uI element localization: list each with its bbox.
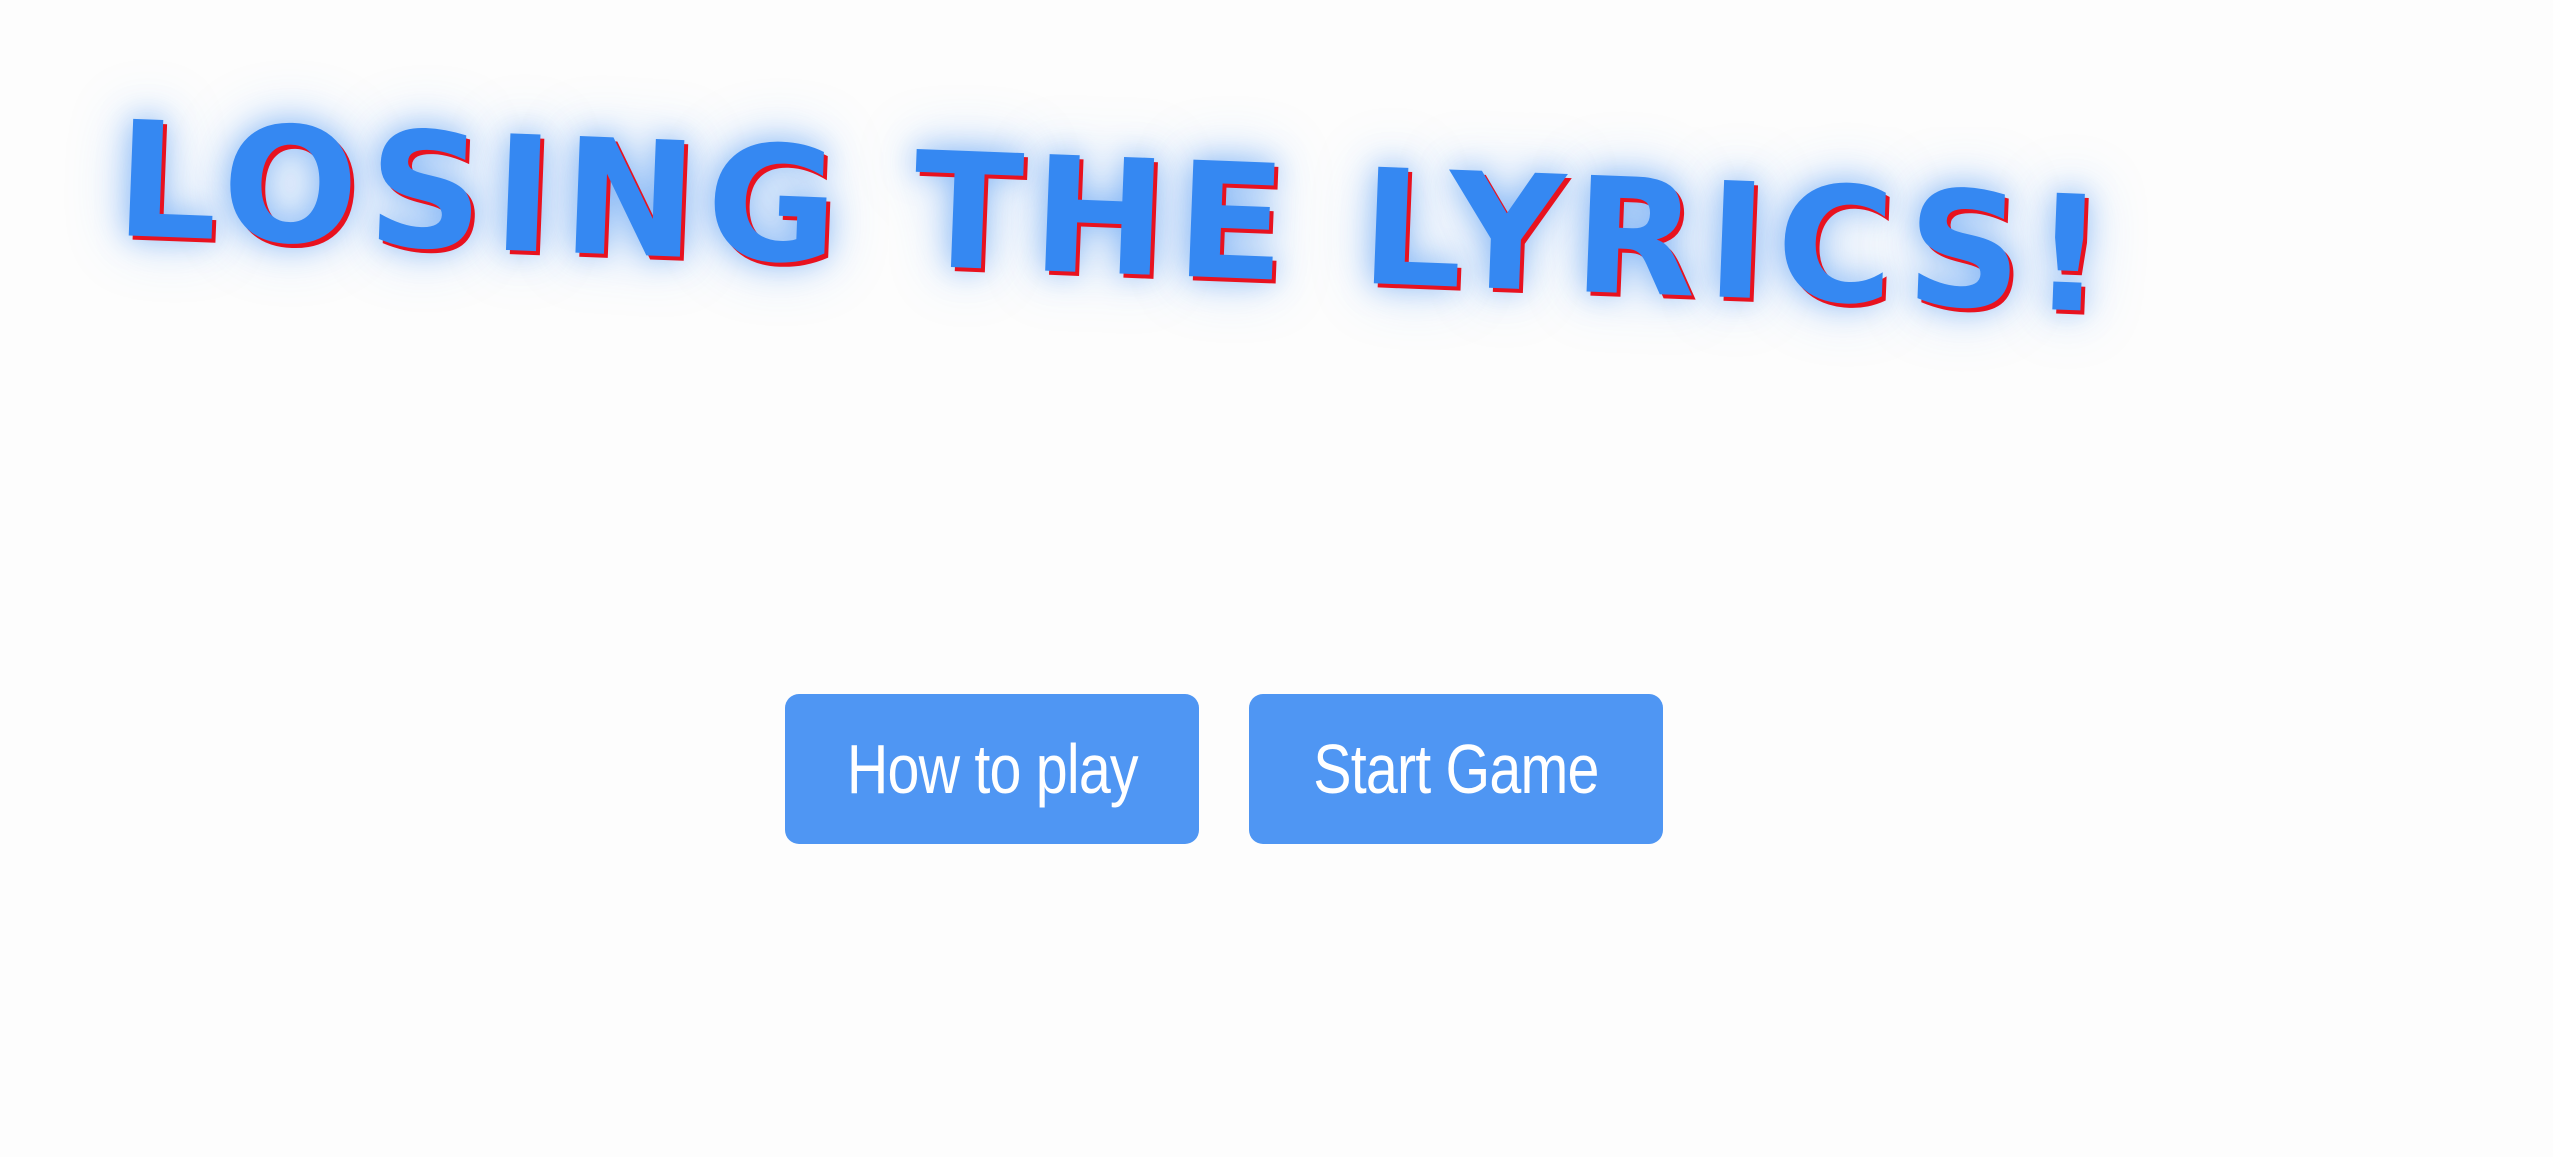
game-title: LOSING THE LYRICS! xyxy=(112,85,2119,350)
how-to-play-button[interactable]: How to play xyxy=(785,694,1199,844)
start-screen: LOSING THE LYRICS! How to play Start Gam… xyxy=(0,0,2553,1157)
menu-buttons: How to play Start Game xyxy=(785,694,1663,844)
start-game-button[interactable]: Start Game xyxy=(1249,694,1663,844)
title-container: LOSING THE LYRICS! xyxy=(108,80,2378,467)
start-game-label: Start Game xyxy=(1313,730,1599,808)
how-to-play-label: How to play xyxy=(846,730,1139,808)
